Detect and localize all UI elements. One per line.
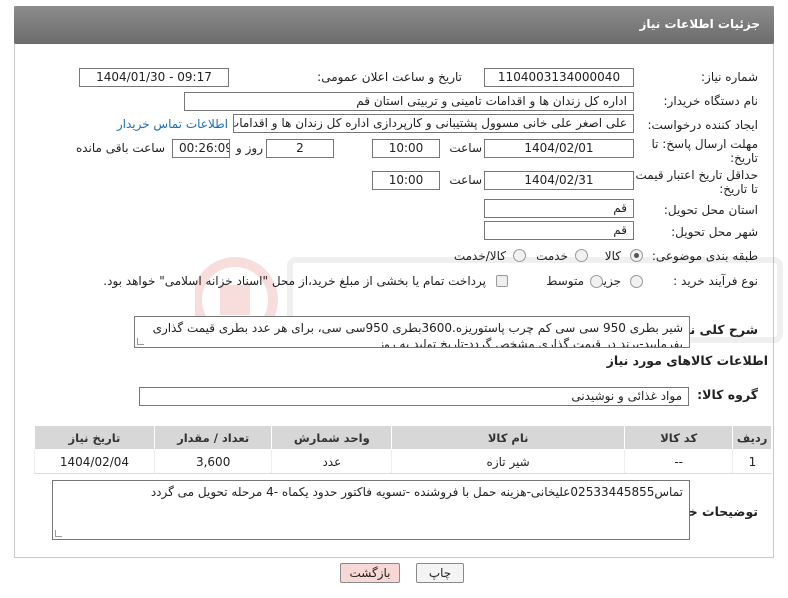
col-header-goods-code: کد کالا [624, 425, 734, 450]
goods-table: ردیف کد کالا نام کالا واحد شمارش تعداد /… [34, 425, 772, 474]
col-header-goods-name: نام کالا [391, 425, 626, 450]
province-field: قم [484, 199, 634, 218]
category-radio-goods-service[interactable] [513, 249, 526, 262]
need-number-field: 1104003134000040 [484, 68, 634, 87]
treasury-note: پرداخت تمام یا بخشی از مبلغ خرید،از محل … [103, 274, 486, 288]
deadline-days-label: روز و [236, 141, 263, 155]
table-header-row: ردیف کد کالا نام کالا واحد شمارش تعداد /… [34, 425, 772, 450]
back-button[interactable]: بازگشت [340, 563, 400, 583]
category-radio-service[interactable] [575, 249, 588, 262]
announce-field: 1404/01/30 - 09:17 [79, 68, 229, 87]
cell-goods-name: شیر تازه [391, 449, 625, 474]
validity-time-label: ساعت [449, 173, 482, 187]
cell-quantity: 3,600 [153, 449, 272, 474]
description-text: شیر بطری 950 سی سی کم چرب پاستوریزه.3600… [152, 321, 683, 348]
purchase-process-label: نوع فرآیند خرید : [673, 274, 758, 288]
col-header-unit: واحد شمارش [271, 425, 393, 450]
category-radio-goods[interactable] [630, 249, 643, 262]
deadline-time-field: 10:00 [372, 139, 440, 158]
process-radio-medium[interactable] [590, 275, 603, 288]
need-number-label: شماره نیاز: [701, 70, 758, 84]
table-row: 1 -- شیر تازه عدد 3,600 1404/02/04 [34, 449, 772, 474]
process-radio-minor[interactable] [630, 275, 643, 288]
category-label: طبقه بندی موضوعی: [651, 249, 758, 263]
col-header-quantity: تعداد / مقدار [153, 425, 273, 450]
category-option-goods: کالا [604, 249, 621, 263]
validity-time-field: 10:00 [372, 171, 440, 190]
cell-need-date: 1404/02/04 [34, 449, 155, 474]
deadline-label-line1: مهلت ارسال پاسخ: تا [651, 137, 758, 151]
page-title: جزئیات اطلاعات نیاز [639, 17, 760, 31]
print-button[interactable]: چاپ [416, 563, 464, 583]
validity-label-line1: حداقل تاریخ اعتبار قیمت: [631, 168, 758, 182]
cell-row-number: 1 [732, 449, 772, 474]
buyer-org-label: نام دستگاه خریدار: [663, 94, 759, 108]
buyer-contact-link[interactable]: اطلاعات تماس خریدار [117, 117, 228, 131]
resize-grip-icon[interactable] [55, 530, 62, 537]
city-label: شهر محل تحویل: [671, 225, 758, 239]
goods-group-field: مواد غذائی و نوشیدنی [139, 387, 689, 406]
creator-field: علی اصغر علی خانی مسوول پشتیبانی و کارپر… [233, 114, 634, 133]
province-label: استان محل تحویل: [663, 203, 758, 217]
process-option-medium: متوسط [546, 274, 584, 288]
creator-label: ایجاد کننده درخواست: [647, 118, 758, 132]
announce-label: تاریخ و ساعت اعلان عمومی: [317, 70, 462, 84]
treasury-checkbox[interactable] [496, 275, 508, 287]
deadline-label-line2: تاریخ: [730, 151, 758, 165]
page-header: جزئیات اطلاعات نیاز [14, 6, 774, 44]
cell-unit: عدد [271, 449, 392, 474]
buyer-notes-text: تماس02533445855علیخانی-هزینه حمل با فروش… [150, 485, 683, 499]
buyer-notes-textarea: تماس02533445855علیخانی-هزینه حمل با فروش… [52, 480, 690, 540]
col-header-row-number: ردیف [732, 425, 772, 450]
col-header-need-date: تاریخ نیاز [34, 425, 155, 450]
deadline-time-label: ساعت [449, 141, 482, 155]
resize-grip-icon[interactable] [137, 338, 144, 345]
deadline-date-field: 1404/02/01 [484, 139, 634, 158]
description-textarea: شیر بطری 950 سی سی کم چرب پاستوریزه.3600… [134, 316, 690, 348]
category-option-service: خدمت [536, 249, 568, 263]
validity-date-field: 1404/02/31 [484, 171, 634, 190]
remaining-time-label: ساعت باقی مانده [75, 141, 165, 155]
city-field: قم [484, 221, 634, 240]
validity-label-line2: تا تاریخ: [719, 182, 758, 196]
category-option-goods-service: کالا/خدمت [453, 249, 506, 263]
goods-group-label: گروه کالا: [697, 387, 758, 402]
remaining-time-field: 00:26:09 [172, 139, 230, 158]
goods-section-title: اطلاعات کالاهای مورد نیاز [606, 353, 768, 368]
cell-goods-code: -- [624, 449, 733, 474]
buyer-org-field: اداره کل زندان ها و اقدامات تامینی و ترب… [184, 92, 634, 111]
deadline-days-field: 2 [266, 139, 334, 158]
